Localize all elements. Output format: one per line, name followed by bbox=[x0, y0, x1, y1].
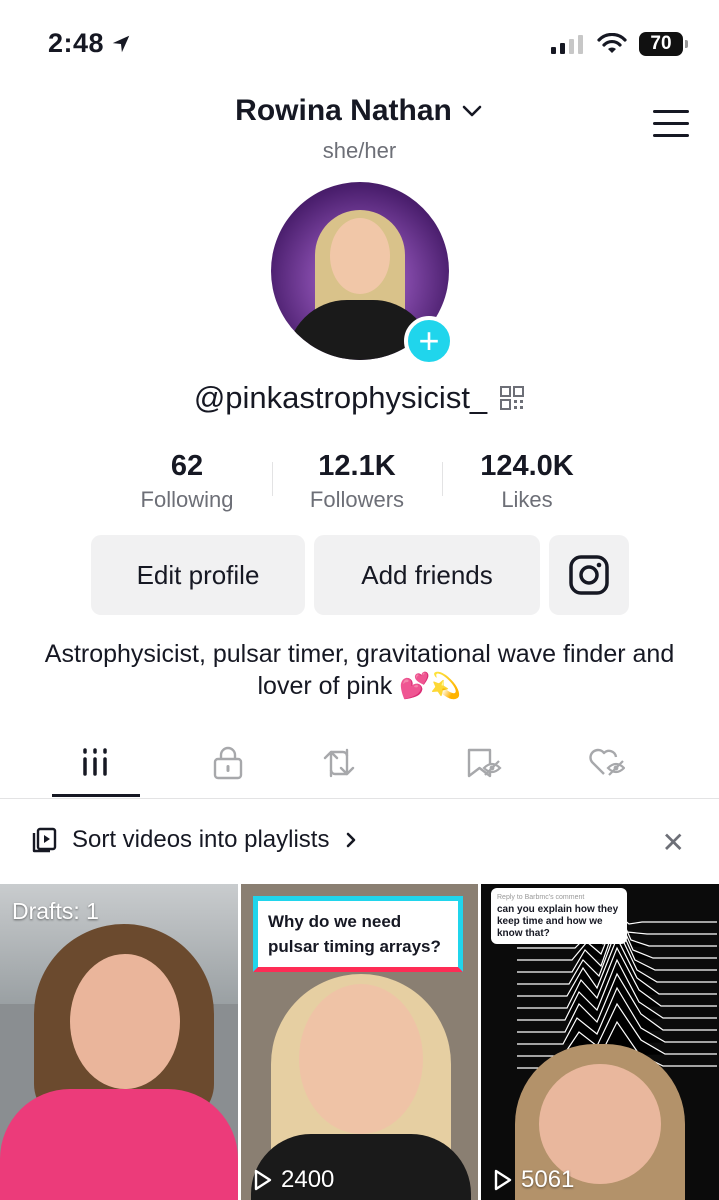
view-count-value: 5061 bbox=[521, 1166, 575, 1193]
followers-label: Followers bbox=[309, 487, 405, 512]
thumb-jacket bbox=[0, 1089, 238, 1200]
pronouns: she/her bbox=[322, 138, 397, 163]
sort-playlists-text: Sort videos into playlists bbox=[72, 826, 330, 853]
tab-videos[interactable] bbox=[0, 740, 190, 798]
add-friends-button[interactable]: Add friends bbox=[314, 535, 540, 615]
profile-tabs bbox=[0, 740, 719, 798]
profile-name: Rowina Nathan bbox=[235, 94, 452, 127]
status-time: 2:48 bbox=[48, 28, 132, 59]
likes-count: 124.0K bbox=[480, 450, 574, 482]
tabs-divider bbox=[0, 798, 719, 799]
battery-level: 70 bbox=[650, 33, 672, 54]
battery-icon: 70 bbox=[639, 32, 688, 56]
location-arrow-icon bbox=[112, 35, 130, 52]
likes-label: Likes bbox=[501, 487, 553, 512]
lock-icon bbox=[213, 746, 243, 780]
instagram-button[interactable] bbox=[549, 535, 629, 615]
following-count: 62 bbox=[170, 450, 204, 482]
chevron-right-icon bbox=[347, 832, 356, 848]
qr-code-icon[interactable] bbox=[499, 385, 525, 411]
play-icon bbox=[494, 1169, 512, 1191]
view-count: 5061 bbox=[493, 1166, 574, 1194]
username: @pinkastrophysicist_ bbox=[193, 380, 488, 415]
favorites-icon bbox=[467, 748, 502, 778]
playlist-icon bbox=[32, 827, 57, 853]
reply-text: can you explain how they keep time and h… bbox=[497, 904, 619, 939]
instagram-icon bbox=[569, 555, 609, 595]
tab-liked[interactable] bbox=[587, 740, 667, 798]
following-label: Following bbox=[140, 487, 234, 512]
drafts-label: Drafts: 1 bbox=[12, 898, 99, 924]
edit-profile-button[interactable]: Edit profile bbox=[91, 535, 305, 615]
active-tab-indicator bbox=[52, 794, 140, 797]
profile-stats: 62 Following 12.1K Followers 124.0K Like… bbox=[102, 450, 612, 513]
play-icon bbox=[254, 1169, 272, 1191]
time-label: 2:48 bbox=[48, 28, 105, 58]
tab-reposts[interactable] bbox=[321, 740, 455, 798]
reply-bubble: Reply to Barbmc's comment can you explai… bbox=[491, 888, 627, 944]
followers-count: 12.1K bbox=[318, 450, 396, 482]
wifi-icon bbox=[597, 33, 627, 53]
stat-divider bbox=[272, 462, 273, 496]
plus-icon[interactable]: + bbox=[404, 316, 454, 366]
stat-followers[interactable]: 12.1K Followers bbox=[272, 450, 442, 513]
video-caption: Why do we need pulsar timing arrays? bbox=[253, 896, 463, 972]
video-thumbnail-draft[interactable]: Drafts: 1 bbox=[0, 884, 238, 1200]
username-row: @pinkastrophysicist_ bbox=[0, 380, 719, 416]
thumb-face bbox=[70, 954, 180, 1089]
menu-icon[interactable] bbox=[653, 110, 689, 146]
tab-private[interactable] bbox=[190, 740, 266, 798]
video-thumbnail[interactable]: Why do we need pulsar timing arrays? 240… bbox=[241, 884, 478, 1200]
repost-icon bbox=[323, 748, 355, 778]
avatar-face bbox=[330, 218, 390, 294]
thumb-face bbox=[299, 984, 423, 1134]
reply-header: Reply to Barbmc's comment bbox=[497, 894, 585, 901]
sort-playlists-banner[interactable]: Sort videos into playlists bbox=[30, 826, 359, 854]
stat-divider bbox=[442, 462, 443, 496]
stat-likes[interactable]: 124.0K Likes bbox=[442, 450, 612, 513]
stat-following[interactable]: 62 Following bbox=[102, 450, 272, 513]
video-thumbnail[interactable]: Reply to Barbmc's comment can you explai… bbox=[481, 884, 719, 1200]
cellular-signal-icon bbox=[551, 35, 583, 54]
view-count-value: 2400 bbox=[281, 1166, 335, 1193]
grid-icon bbox=[83, 748, 107, 776]
status-icons: 70 bbox=[551, 32, 688, 56]
chevron-down-icon bbox=[462, 105, 482, 117]
account-switcher[interactable]: Rowina Nathan bbox=[0, 94, 719, 128]
tab-favorites[interactable] bbox=[455, 740, 511, 798]
bio: Astrophysicist, pulsar timer, gravitatio… bbox=[44, 640, 675, 700]
view-count: 2400 bbox=[253, 1166, 334, 1194]
liked-hidden-icon bbox=[589, 748, 625, 776]
close-icon[interactable]: ✕ bbox=[662, 826, 685, 859]
